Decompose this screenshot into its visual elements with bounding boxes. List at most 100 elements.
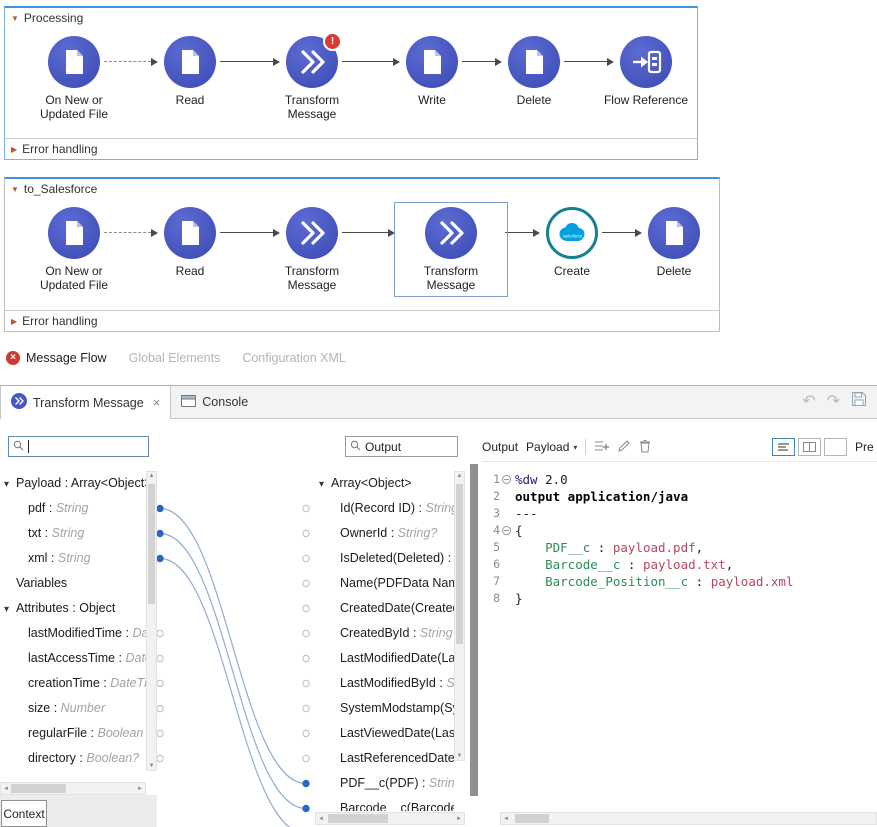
mapped-port-icon[interactable] — [157, 505, 163, 511]
open-port-icon[interactable] — [157, 730, 163, 736]
redo-icon[interactable]: ↷ — [827, 392, 840, 412]
input-item-variables[interactable]: Variables — [0, 571, 146, 596]
flow-node-delete[interactable]: Delete — [622, 207, 726, 278]
flow-node-flow-reference[interactable]: Flow Reference — [594, 36, 698, 107]
open-port-icon[interactable] — [303, 680, 309, 686]
output-item-array-object[interactable]: ▾Array<Object> — [315, 471, 454, 496]
output-search-field[interactable]: Output — [345, 436, 458, 457]
mapping-line[interactable] — [160, 534, 306, 809]
open-port-icon[interactable] — [303, 555, 309, 561]
code-line[interactable]: Barcode__c : payload.txt, — [515, 556, 793, 573]
undo-icon[interactable]: ↶ — [802, 392, 815, 412]
mapping-line[interactable] — [160, 559, 306, 827]
code-line[interactable]: } — [515, 590, 793, 607]
collapse-triangle-icon[interactable]: ▼ — [11, 14, 19, 23]
tab-message-flow[interactable]: × Message Flow — [6, 351, 107, 365]
error-handling-bar[interactable]: ▶Error handling — [5, 138, 697, 159]
input-item-attributes[interactable]: ▾Attributes : Object — [0, 596, 146, 621]
flow-node-transform-message[interactable]: !Transform Message — [260, 36, 364, 121]
save-icon[interactable] — [851, 391, 867, 413]
code-line[interactable]: --- — [515, 505, 793, 522]
view-toggle-split[interactable] — [798, 438, 821, 456]
delete-icon[interactable] — [639, 439, 651, 456]
panel-splitter[interactable] — [470, 464, 478, 796]
collapse-triangle-icon[interactable]: ▼ — [11, 185, 19, 194]
scrollbar-thumb[interactable] — [515, 814, 549, 823]
flow-container-to-salesforce[interactable]: ▼to_Salesforce On New or Updated FileRea… — [4, 177, 720, 332]
code-line[interactable]: %dw 2.0 — [515, 471, 793, 488]
open-port-icon[interactable] — [303, 605, 309, 611]
editor-tab-console[interactable]: Console — [171, 386, 258, 418]
add-target-icon[interactable] — [594, 439, 609, 456]
flow-title-bar[interactable]: ▼Processing — [5, 8, 697, 28]
input-item-pdf[interactable]: pdf : String — [0, 496, 146, 521]
open-port-icon[interactable] — [157, 655, 163, 661]
output-item-name-pdfdata-name[interactable]: Name(PDFData Name) : String — [315, 571, 454, 596]
mapped-port-icon[interactable] — [303, 780, 309, 786]
dataweave-code[interactable]: %dw 2.0output application/java---{ PDF__… — [515, 471, 793, 607]
fold-icon[interactable] — [502, 475, 511, 484]
tab-global-elements[interactable]: Global Elements — [129, 351, 221, 365]
mapping-line[interactable] — [160, 509, 306, 784]
scroll-up-icon[interactable]: ▲ — [147, 473, 156, 479]
code-line[interactable]: Barcode_Position__c : payload.xml — [515, 573, 793, 590]
open-port-icon[interactable] — [157, 705, 163, 711]
open-port-icon[interactable] — [303, 730, 309, 736]
output-item-isdeleted-deleted[interactable]: IsDeleted(Deleted) : Boolean — [315, 546, 454, 571]
flow-node-read[interactable]: Read — [138, 207, 242, 278]
error-handling-bar[interactable]: ▶Error handling — [5, 310, 719, 331]
input-item-creationtime[interactable]: creationTime : DateTime — [0, 671, 146, 696]
mapped-port-icon[interactable] — [303, 805, 309, 811]
open-port-icon[interactable] — [303, 505, 309, 511]
open-port-icon[interactable] — [303, 705, 309, 711]
input-tree-vertical-scrollbar[interactable]: ▲ ▼ — [146, 471, 157, 771]
output-tree-horizontal-scrollbar[interactable]: ◄ ► — [315, 812, 465, 825]
output-item-lastvieweddate-last-viewed-date[interactable]: LastViewedDate(Last Viewed Date) : DateT… — [315, 721, 454, 746]
input-item-xml[interactable]: xml : String — [0, 546, 146, 571]
close-tab-icon[interactable]: × — [153, 395, 161, 410]
output-item-createdbyid[interactable]: CreatedById : String — [315, 621, 454, 646]
flow-node-on-new-or-updated-file[interactable]: On New or Updated File — [22, 207, 126, 292]
flow-canvas[interactable]: On New or Updated FileReadTransform Mess… — [5, 199, 719, 310]
code-horizontal-scrollbar[interactable]: ◄ — [500, 812, 877, 825]
context-tab[interactable]: Context — [1, 800, 47, 827]
flow-node-read[interactable]: Read — [138, 36, 242, 107]
scrollbar-thumb[interactable] — [11, 784, 66, 793]
scroll-left-icon[interactable]: ◄ — [316, 813, 326, 824]
payload-dropdown[interactable]: Payload ▾ — [526, 440, 577, 454]
input-search-field[interactable] — [8, 436, 149, 457]
tab-configuration-xml[interactable]: Configuration XML — [242, 351, 346, 365]
input-tree-horizontal-scrollbar[interactable]: ◄ ► — [0, 782, 146, 795]
expander-icon[interactable]: ▾ — [319, 472, 331, 496]
view-toggle-script-only[interactable] — [772, 438, 795, 456]
input-item-size[interactable]: size : Number — [0, 696, 146, 721]
expander-icon[interactable]: ▾ — [4, 472, 16, 496]
open-port-icon[interactable] — [157, 755, 163, 761]
input-item-payload[interactable]: ▾Payload : Array<Object> — [0, 471, 146, 496]
input-item-regularfile[interactable]: regularFile : Boolean — [0, 721, 146, 746]
flow-container-processing[interactable]: ▼Processing On New or Updated FileRead!T… — [4, 6, 698, 160]
editor-tab-transform-message[interactable]: Transform Message × — [0, 386, 171, 419]
mapped-port-icon[interactable] — [157, 555, 163, 561]
open-port-icon[interactable] — [303, 655, 309, 661]
output-item-lastreferenceddate-last-referenced-date[interactable]: LastReferencedDate(Last Referenced Date)… — [315, 746, 454, 771]
flow-node-delete[interactable]: Delete — [482, 36, 586, 107]
open-port-icon[interactable] — [157, 680, 163, 686]
flow-node-create[interactable]: salesforceCreate — [520, 207, 624, 278]
expand-triangle-icon[interactable]: ▶ — [11, 145, 17, 154]
scroll-left-icon[interactable]: ◄ — [1, 783, 11, 794]
preview-toggle[interactable]: Pre — [855, 440, 877, 454]
scrollbar-thumb[interactable] — [328, 814, 388, 823]
open-port-icon[interactable] — [157, 630, 163, 636]
scroll-right-icon[interactable]: ► — [135, 783, 145, 794]
fold-icon[interactable] — [502, 526, 511, 535]
mapping-canvas[interactable] — [150, 471, 315, 827]
output-item-lastmodifieddate-last-modified-date[interactable]: LastModifiedDate(Last Modified Date) : D… — [315, 646, 454, 671]
output-item-systemmodstamp-system-modstamp[interactable]: SystemModstamp(System Modstamp) : DateTi… — [315, 696, 454, 721]
scroll-down-icon[interactable]: ▼ — [455, 753, 464, 759]
output-item-pdf-c-pdf[interactable]: PDF__c(PDF) : String — [315, 771, 454, 796]
mapped-port-icon[interactable] — [157, 530, 163, 536]
flow-title-bar[interactable]: ▼to_Salesforce — [5, 179, 719, 199]
code-line[interactable]: { — [515, 522, 793, 539]
input-item-lastaccesstime[interactable]: lastAccessTime : DateTime — [0, 646, 146, 671]
